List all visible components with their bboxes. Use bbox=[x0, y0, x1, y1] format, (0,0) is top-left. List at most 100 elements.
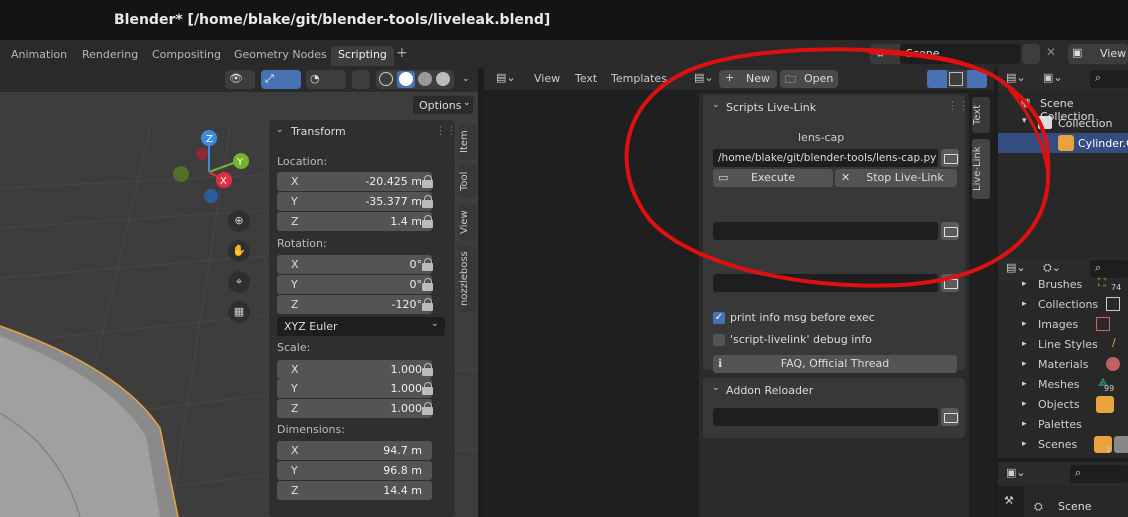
addon-reloader-header[interactable]: Addon Reloader bbox=[726, 384, 813, 397]
rotation-x-field[interactable]: X 0° bbox=[277, 255, 432, 274]
close-icon[interactable]: ✕ bbox=[1046, 45, 1056, 59]
script-path-field[interactable]: /home/blake/git/blender-tools/lens-cap.p… bbox=[713, 149, 938, 167]
live-link-header[interactable]: Scripts Live-Link bbox=[726, 101, 816, 114]
zoom-icon[interactable]: ⊕ bbox=[228, 210, 250, 232]
chevron-down-icon[interactable]: ⌄ bbox=[712, 383, 720, 393]
tab-view[interactable]: View bbox=[459, 204, 477, 240]
lock-icon[interactable] bbox=[421, 402, 435, 416]
tab-rendering[interactable]: Rendering bbox=[75, 46, 145, 66]
editor-type-icon[interactable]: ▤⌄ bbox=[1006, 261, 1026, 274]
list-item[interactable]: ▸ Palettes bbox=[998, 415, 1128, 435]
addon-path-field[interactable] bbox=[713, 408, 938, 426]
drag-handle-icon[interactable]: ⋮⋮ bbox=[947, 99, 969, 112]
tab-text[interactable]: Text bbox=[972, 97, 990, 133]
editor-type-icon[interactable]: ▤⌄ bbox=[496, 71, 516, 84]
outliner-scene-collection[interactable]: ▦ Scene Collection bbox=[998, 93, 1128, 123]
search-input[interactable]: ⌕ bbox=[1090, 70, 1128, 88]
rotation-mode-dropdown[interactable]: XYZ Euler ⌄ bbox=[277, 317, 445, 336]
lock-icon[interactable] bbox=[421, 175, 435, 189]
list-item[interactable]: ▸ Meshes ⟁ 99 bbox=[998, 375, 1128, 395]
lock-icon[interactable] bbox=[421, 382, 435, 396]
word-wrap-icon[interactable] bbox=[949, 72, 963, 86]
folder-icon[interactable] bbox=[941, 274, 959, 292]
list-item[interactable]: ▸ Materials bbox=[998, 355, 1128, 375]
text-datablock-icon[interactable]: ▤⌄ bbox=[694, 71, 714, 84]
list-item[interactable]: ▸ Images bbox=[998, 315, 1128, 335]
options-dropdown[interactable]: Options ⌄ bbox=[412, 95, 474, 115]
tab-compositing[interactable]: Compositing bbox=[145, 46, 228, 66]
tab-scripting[interactable]: Scripting bbox=[331, 46, 394, 66]
outliner[interactable]: ▤⌄ ▣⌄ ⌕ ▦ Scene Collection ▾ Collection … bbox=[998, 68, 1128, 258]
chevron-down-icon[interactable]: ⌄ bbox=[462, 74, 470, 84]
folder-icon[interactable] bbox=[941, 149, 959, 167]
display-mode-icon[interactable]: ▣⌄ bbox=[1043, 71, 1063, 84]
location-x-field[interactable]: X -20.425 m bbox=[277, 172, 432, 191]
empty-path-field[interactable] bbox=[713, 274, 938, 292]
visibility-icon[interactable]: 👁 bbox=[225, 70, 255, 89]
tab-nozzleboss[interactable]: nozzleboss bbox=[459, 246, 477, 312]
dimensions-y-field[interactable]: Y 96.8 m bbox=[277, 461, 432, 480]
display-mode-icon[interactable]: ⛭⌄ bbox=[1043, 261, 1061, 275]
add-workspace-icon[interactable]: + bbox=[396, 45, 408, 61]
drag-handle-icon[interactable]: ⋮⋮ bbox=[435, 124, 457, 137]
new-text-button[interactable]: + New bbox=[719, 70, 777, 88]
open-text-button[interactable]: 🗀 Open bbox=[780, 70, 838, 88]
list-item[interactable]: ▸ Objects bbox=[998, 395, 1128, 415]
chevron-down-icon[interactable]: ⌄ bbox=[276, 125, 284, 135]
list-item[interactable]: ▸ Line Styles ∕ bbox=[998, 335, 1128, 355]
material-shading-icon[interactable] bbox=[418, 72, 432, 86]
tab-tool[interactable]: Tool bbox=[459, 164, 477, 198]
scale-z-field[interactable]: Z 1.000 bbox=[277, 399, 432, 418]
properties-editor[interactable]: ▣⌄ ⌕ ⚒ ⛭ Scene bbox=[998, 462, 1128, 517]
scale-x-field[interactable]: X 1.000 bbox=[277, 360, 432, 379]
syntax-highlight-icon[interactable] bbox=[967, 70, 987, 88]
lock-icon[interactable] bbox=[421, 195, 435, 209]
dimensions-x-field[interactable]: X 94.7 m bbox=[277, 441, 432, 460]
search-input[interactable]: ⌕ bbox=[1070, 465, 1128, 483]
rendered-shading-icon[interactable] bbox=[436, 72, 450, 86]
overlay-toggle-icon[interactable]: ◔ bbox=[306, 70, 346, 89]
camera-icon[interactable]: ⌖ bbox=[228, 271, 250, 293]
rotation-y-field[interactable]: Y 0° bbox=[277, 275, 432, 294]
3d-viewport[interactable]: 👁 ⤢ ◔ ⌄ Options ⌄ Z Y X ⊕ ✋ ⌖ ▦ ⌄ Transf… bbox=[0, 68, 478, 517]
outliner-collection[interactable]: ▾ Collection bbox=[998, 113, 1128, 133]
dimensions-z-field[interactable]: Z 14.4 m bbox=[277, 481, 432, 500]
tab-item[interactable]: Item bbox=[459, 124, 477, 160]
copy-scene-icon[interactable] bbox=[1022, 44, 1040, 64]
text-editor[interactable]: ▤⌄ View Text Templates ▤⌄ + New 🗀 Open ⌄… bbox=[484, 68, 994, 517]
lock-icon[interactable] bbox=[421, 298, 435, 312]
tab-animation[interactable]: Animation bbox=[4, 46, 74, 66]
grid-view-icon[interactable]: ▦ bbox=[228, 301, 250, 323]
stop-live-link-button[interactable]: ✕ Stop Live-Link bbox=[835, 169, 957, 187]
debug-checkbox[interactable] bbox=[713, 334, 725, 346]
menu-text[interactable]: Text bbox=[575, 72, 597, 85]
chevron-down-icon[interactable]: ⌄ bbox=[712, 100, 720, 110]
empty-path-field[interactable] bbox=[713, 222, 938, 240]
tool-icon[interactable]: ⚒ bbox=[1004, 494, 1014, 507]
xray-toggle-icon[interactable] bbox=[352, 70, 370, 89]
location-z-field[interactable]: Z 1.4 m bbox=[277, 212, 432, 231]
folder-icon[interactable] bbox=[941, 222, 959, 240]
navigation-gizmo[interactable]: Z Y X bbox=[165, 128, 255, 208]
print-info-checkbox[interactable]: ✓ bbox=[713, 312, 725, 324]
blender-file-view[interactable]: ▤⌄ ⛭⌄ ⌕ ▸ Brushes ⛶ 74 ▸ Collections ▸ Images… bbox=[998, 258, 1128, 458]
wireframe-shading-icon[interactable] bbox=[379, 72, 393, 86]
scene-selector[interactable]: ⛭ Scene bbox=[870, 44, 1020, 64]
list-item[interactable]: ▸ Scenes 2 bbox=[998, 435, 1128, 455]
pan-hand-icon[interactable]: ✋ bbox=[228, 240, 250, 262]
scale-y-field[interactable]: Y 1.000 bbox=[277, 379, 432, 398]
view-layer-selector[interactable]: ▣ View bbox=[1068, 44, 1128, 64]
tab-geometry-nodes[interactable]: Geometry Nodes bbox=[227, 46, 334, 66]
lock-icon[interactable] bbox=[421, 278, 435, 292]
faq-button[interactable]: ℹ FAQ, Official Thread bbox=[713, 355, 957, 373]
lock-icon[interactable] bbox=[421, 363, 435, 377]
execute-button[interactable]: ▭ Execute bbox=[713, 169, 833, 187]
list-item[interactable]: ▸ Brushes ⛶ 74 bbox=[998, 275, 1128, 295]
list-item[interactable]: ▸ Collections bbox=[998, 295, 1128, 315]
editor-type-icon[interactable]: ▣⌄ bbox=[1006, 466, 1026, 479]
folder-icon[interactable] bbox=[941, 408, 959, 426]
gizmo-toggle-icon[interactable]: ⤢ bbox=[261, 70, 301, 89]
outliner-object[interactable]: ▸ Cylinder.C bbox=[998, 133, 1128, 153]
location-y-field[interactable]: Y -35.377 m bbox=[277, 192, 432, 211]
lock-icon[interactable] bbox=[421, 258, 435, 272]
